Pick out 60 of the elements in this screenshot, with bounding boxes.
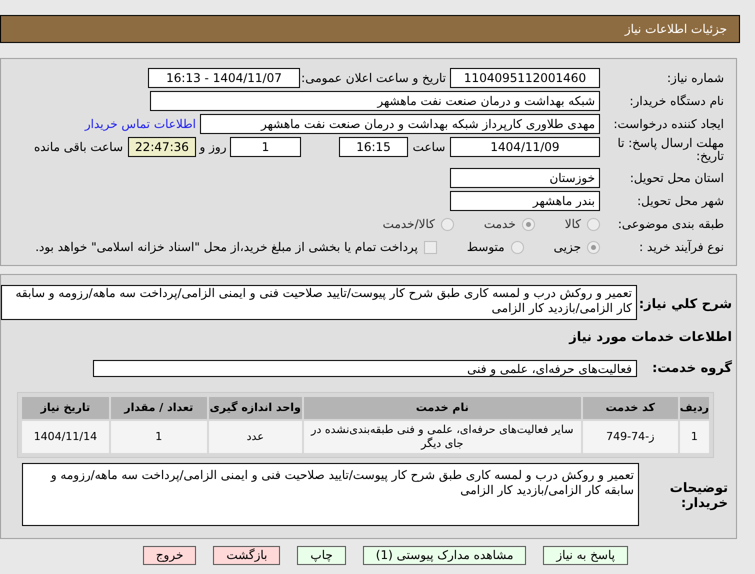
table-cell: 1404/11/14 [22, 421, 109, 453]
page-title: جزئیات اطلاعات نیاز [624, 21, 727, 38]
field-value: 1 [230, 137, 301, 157]
field-label: تاریخ و ساعت اعلان عمومی: [300, 70, 447, 87]
action-button[interactable]: مشاهده مدارک پیوستی (1) [362, 546, 526, 565]
checkbox[interactable] [424, 240, 437, 254]
field-label: ایجاد کننده درخواست: [612, 116, 724, 133]
option-label: خدمت [484, 216, 516, 233]
radio-button[interactable] [440, 218, 454, 230]
field-label: شرح کلي نیاز: [638, 296, 732, 314]
option-label: کالا/خدمت [382, 216, 435, 233]
column-header: واحد اندازه گیری [208, 397, 302, 419]
field-label: مهلت ارسال پاسخ: تا تاریخ: [616, 137, 724, 163]
action-button[interactable]: چاپ [297, 546, 346, 565]
column-header: تاریخ نیاز [22, 397, 109, 419]
option-label: پرداخت تمام یا بخشی از مبلغ خرید،از محل "اسناد خزانه اسلامی" خواهد بود. [35, 239, 418, 256]
field-label: طبقه بندی موضوعی: [616, 216, 724, 233]
table-cell: ز-74-749 [582, 421, 678, 453]
field-label: استان محل تحویل: [628, 170, 724, 187]
field-value: 1404/11/07 - 16:13 [148, 68, 300, 88]
radio-button[interactable] [510, 240, 524, 254]
field-value: فعالیت‌های حرفه‌ای، علمی و فنی [93, 360, 637, 377]
section-title: اطلاعات خدمات مورد نیاز [569, 329, 732, 347]
field-label: توضیحات خریدار: [668, 480, 729, 511]
notes-textarea[interactable]: تعمیر و روکش درب و لمسه کاری طبق شرح کار پیوست/تایید صلاحیت فنی و ایمنی الزامی/پرداخت سه ماهه/رزومه و سابقه کار الزامی/بازدید کار الزامی [22, 463, 639, 526]
column-header: تعداد / مقدار [110, 397, 207, 419]
radio-button[interactable] [587, 218, 600, 230]
field-value: خوزستان [450, 168, 600, 188]
field-value: بندر ماهشهر [450, 191, 600, 211]
description-textarea[interactable]: تعمیر و روکش درب و لمسه کاری طبق شرح کار پیوست/تایید صلاحیت فنی و ایمنی الزامی/پرداخت سه ماهه/رزومه و سابقه کار الزامی/بازدید کار الزامی [1, 285, 637, 320]
field-label: شماره نیاز: [666, 70, 724, 87]
table-cell: 1 [110, 421, 207, 453]
action-button[interactable]: پاسخ به نیاز [543, 546, 628, 565]
radio-button[interactable] [587, 240, 600, 254]
contact-link[interactable]: اطلاعات تماس خریدار [84, 115, 196, 133]
countdown-timer: 22:47:36 [128, 137, 196, 157]
field-label: گروه خدمت: [651, 359, 732, 378]
option-label: جزیی [554, 239, 581, 256]
option-label: کالا [564, 216, 581, 233]
table-cell: 1 [680, 421, 709, 453]
table-cell: عدد [208, 421, 302, 453]
column-header: نام خدمت [304, 397, 581, 419]
field-label: شهر محل تحویل: [636, 193, 724, 210]
option-label: متوسط [466, 239, 505, 256]
field-value: مهدی طلاوری کارپرداز شبکه بهداشت و درمان صنعت نفت ماهشهر [200, 114, 600, 134]
field-label: روز و [198, 139, 228, 156]
field-label: ساعت باقی مانده [34, 139, 123, 156]
table-cell: سایر فعالیت‌های حرفه‌ای، علمی و فنی طبقه‌بندی‌نشده در جای دیگر [304, 421, 581, 453]
field-value: شبکه بهداشت و درمان صنعت نفت ماهشهر [150, 91, 600, 111]
radio-button[interactable] [522, 218, 535, 230]
field-value: 16:15 [339, 137, 408, 157]
field-label: ساعت [412, 139, 446, 156]
field-label: نام دستگاه خریدار: [628, 93, 724, 110]
column-header: کد خدمت [582, 397, 678, 419]
action-button[interactable]: بازگشت [213, 546, 280, 565]
field-label: نوع فرآیند خرید : [638, 239, 724, 256]
action-button[interactable]: خروج [142, 546, 196, 565]
field-value: 1104095112001460 [450, 68, 600, 88]
field-value: 1404/11/09 [450, 137, 600, 157]
column-header: ردیف [680, 397, 709, 419]
